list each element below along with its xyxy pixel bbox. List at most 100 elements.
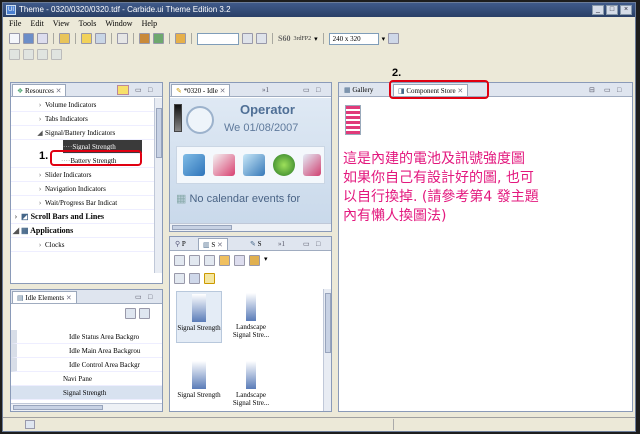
- expand-arrow-icon[interactable]: ›: [35, 168, 45, 182]
- tab-gallery[interactable]: ▦ Gallery: [340, 84, 377, 96]
- menu-file[interactable]: File: [9, 18, 21, 30]
- zoom-out-icon[interactable]: [256, 33, 267, 44]
- minimize-view-icon[interactable]: ▭: [604, 85, 611, 95]
- compose-icon[interactable]: [213, 154, 235, 176]
- tree-item[interactable]: › Navigation Indicators: [11, 182, 162, 196]
- list-view-icon[interactable]: [125, 308, 136, 319]
- tree-item[interactable]: › Tabs Indicators: [11, 112, 162, 126]
- platform-dropdown-icon[interactable]: ▾: [314, 35, 318, 43]
- menu-tools[interactable]: Tools: [79, 18, 97, 30]
- close-tab-icon[interactable]: ✕: [66, 294, 72, 302]
- menu-window[interactable]: Window: [105, 18, 132, 30]
- list-item[interactable]: Idle Control Area Backgr: [11, 358, 162, 372]
- contacts-icon[interactable]: [243, 154, 265, 176]
- view-menu-icon[interactable]: ⊟: [589, 85, 595, 95]
- resolution-dropdown-icon[interactable]: ▾: [382, 35, 386, 43]
- maximize-view-icon[interactable]: □: [148, 85, 152, 95]
- expand-arrow-icon[interactable]: ›: [35, 238, 45, 252]
- zoom-in-icon[interactable]: [242, 33, 253, 44]
- layer-thumb[interactable]: Landscape Signal Stre...: [228, 291, 274, 343]
- copy-icon[interactable]: [189, 255, 200, 266]
- preview-hscrollbar[interactable]: [170, 223, 331, 231]
- tree-item[interactable]: › Volume Indicators: [11, 98, 162, 112]
- tab-s[interactable]: ✎ S: [246, 238, 266, 250]
- save-icon[interactable]: [23, 33, 34, 44]
- layers-scrollbar[interactable]: [323, 289, 331, 411]
- package-icon[interactable]: [139, 33, 150, 44]
- signal-set-thumb[interactable]: [345, 105, 361, 135]
- expand-arrow-icon[interactable]: ›: [35, 182, 45, 196]
- list-item[interactable]: Navi Pane: [11, 372, 162, 386]
- undo-icon[interactable]: [95, 33, 106, 44]
- close-tab-icon[interactable]: ✕: [217, 241, 223, 249]
- collapse-arrow-icon[interactable]: ◢: [35, 126, 45, 140]
- tree-item[interactable]: › Clocks: [11, 238, 162, 252]
- maximize-view-icon[interactable]: □: [316, 239, 320, 249]
- tree-item[interactable]: › Slider Indicators: [11, 168, 162, 182]
- menu-help[interactable]: Help: [142, 18, 158, 30]
- list-item-selected[interactable]: Signal Strength: [11, 386, 162, 400]
- camera-icon[interactable]: [303, 154, 321, 176]
- sync-icon[interactable]: [204, 273, 215, 284]
- tab-overflow[interactable]: »1: [278, 239, 285, 249]
- blank-combo[interactable]: [197, 32, 239, 45]
- resources-scrollbar[interactable]: [154, 98, 162, 273]
- expand-arrow-icon[interactable]: ›: [35, 112, 45, 126]
- minimize-view-icon[interactable]: ▭: [303, 85, 310, 95]
- tree-item[interactable]: › Wait/Progress Bar Indicat: [11, 196, 162, 210]
- layer-thumb[interactable]: Signal Strength: [176, 359, 222, 411]
- expand-arrow-icon[interactable]: ›: [35, 196, 45, 210]
- minimize-view-icon[interactable]: ▭: [135, 292, 142, 302]
- palette-icon[interactable]: [219, 255, 230, 266]
- scroll-thumb[interactable]: [13, 405, 103, 410]
- scroll-thumb[interactable]: [325, 293, 331, 353]
- layer-icon[interactable]: [174, 273, 185, 284]
- web-icon[interactable]: [273, 154, 295, 176]
- maximize-view-icon[interactable]: □: [148, 292, 152, 302]
- brush-icon[interactable]: [175, 33, 186, 44]
- tab-idle-elements[interactable]: ▤ Idle Elements ✕: [12, 291, 77, 303]
- menu-view[interactable]: View: [53, 18, 70, 30]
- collapse-arrow-icon[interactable]: ◢: [11, 224, 21, 238]
- print-icon[interactable]: [37, 33, 48, 44]
- dropdown-icon[interactable]: ▾: [264, 255, 268, 266]
- close-tab-icon[interactable]: ✕: [56, 87, 62, 95]
- import-icon[interactable]: [153, 33, 164, 44]
- open-folder-icon[interactable]: [59, 33, 70, 44]
- tab-p[interactable]: ⚲ P: [171, 238, 190, 250]
- expand-arrow-icon[interactable]: ›: [11, 210, 21, 224]
- layout-icon[interactable]: [388, 33, 400, 44]
- minimize-view-icon[interactable]: ▭: [303, 239, 310, 249]
- resolution-select[interactable]: 240 x 320: [328, 32, 379, 45]
- list-item[interactable]: Idle Main Area Backgrou: [11, 344, 162, 358]
- refresh-icon[interactable]: [51, 49, 62, 60]
- layer-thumb[interactable]: Landscape Signal Stre...: [228, 359, 274, 411]
- stop-icon[interactable]: [37, 49, 48, 60]
- tab-overflow[interactable]: »1: [262, 85, 269, 95]
- scroll-thumb[interactable]: [156, 108, 162, 158]
- tree-view-icon[interactable]: [139, 308, 150, 319]
- edit-image-icon[interactable]: [249, 255, 260, 266]
- sync-icon[interactable]: [117, 85, 129, 95]
- expand-arrow-icon[interactable]: ›: [35, 98, 45, 112]
- idle-elements-hscrollbar[interactable]: [11, 403, 162, 411]
- grid-icon[interactable]: [189, 273, 200, 284]
- messaging-icon[interactable]: [183, 154, 205, 176]
- run-icon[interactable]: [9, 49, 20, 60]
- new-icon[interactable]: [9, 33, 20, 44]
- minimize-view-icon[interactable]: ▭: [135, 85, 142, 95]
- scroll-thumb[interactable]: [172, 225, 232, 230]
- close-button[interactable]: ×: [620, 5, 632, 15]
- tab-idle-editor[interactable]: ✎ *0320 - Idle ✕: [171, 84, 231, 96]
- select-all-icon[interactable]: [174, 255, 185, 266]
- maximize-view-icon[interactable]: □: [617, 85, 621, 95]
- tree-item[interactable]: ◢ Signal/Battery Indicators: [11, 126, 162, 140]
- tree-item[interactable]: › ◩ Scroll Bars and Lines: [11, 210, 162, 224]
- tab-s-active[interactable]: ▥ S ✕: [198, 238, 228, 250]
- validate-icon[interactable]: [81, 33, 92, 44]
- list-item[interactable]: Idle Status Area Backgro: [11, 330, 162, 344]
- effects-icon[interactable]: [234, 255, 245, 266]
- debug-icon[interactable]: [23, 49, 34, 60]
- paste-icon[interactable]: [204, 255, 215, 266]
- maximize-view-icon[interactable]: □: [316, 85, 320, 95]
